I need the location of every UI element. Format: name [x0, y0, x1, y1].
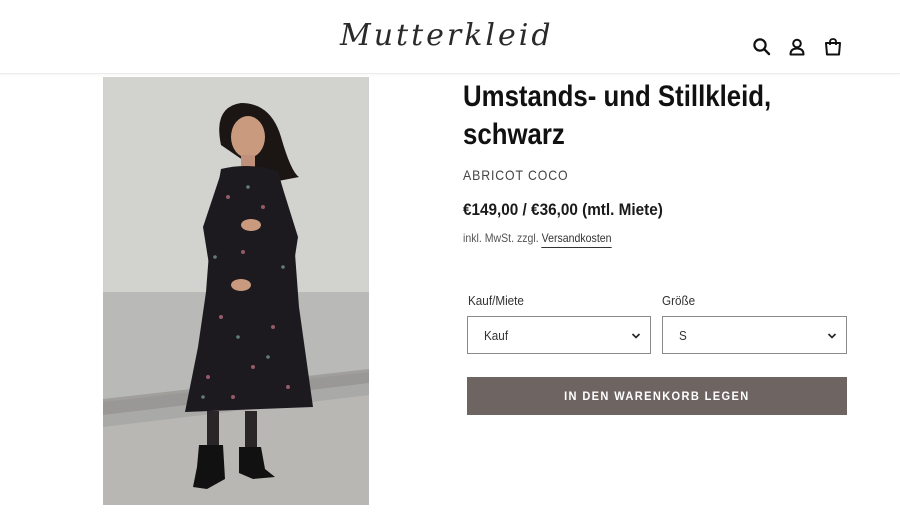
product-title: Umstands- und Stillkleid, schwarz	[463, 80, 772, 151]
chevron-down-icon	[827, 333, 837, 339]
purchase-option-label: Kauf/Miete	[468, 293, 524, 308]
size-label: Größe	[662, 293, 696, 308]
purchase-option-select[interactable]: Kauf	[467, 316, 651, 354]
product-image[interactable]	[103, 77, 369, 505]
tax-note: inkl. MwSt. zzgl. Versandkosten	[463, 231, 612, 248]
site-logo[interactable]: Mutterkleid	[340, 14, 560, 58]
add-to-cart-label: IN DEN WARENKORB LEGEN	[564, 389, 750, 403]
tax-note-text: inkl. MwSt. zzgl.	[463, 231, 539, 245]
account-icon[interactable]	[787, 37, 807, 57]
product-price: €149,00 / €36,00 (mtl. Miete)	[463, 200, 663, 219]
shipping-link[interactable]: Versandkosten	[541, 231, 612, 248]
purchase-option-value: Kauf	[484, 328, 509, 343]
search-icon[interactable]	[752, 37, 772, 57]
chevron-down-icon	[631, 333, 641, 339]
size-value: S	[679, 328, 687, 343]
size-select[interactable]: S	[662, 316, 847, 354]
product-vendor: ABRICOT COCO	[463, 167, 569, 183]
cart-icon[interactable]	[823, 37, 843, 57]
product-photo	[103, 77, 369, 505]
site-header: Mutterkleid	[0, 0, 900, 74]
add-to-cart-button[interactable]: IN DEN WARENKORB LEGEN	[467, 377, 847, 415]
